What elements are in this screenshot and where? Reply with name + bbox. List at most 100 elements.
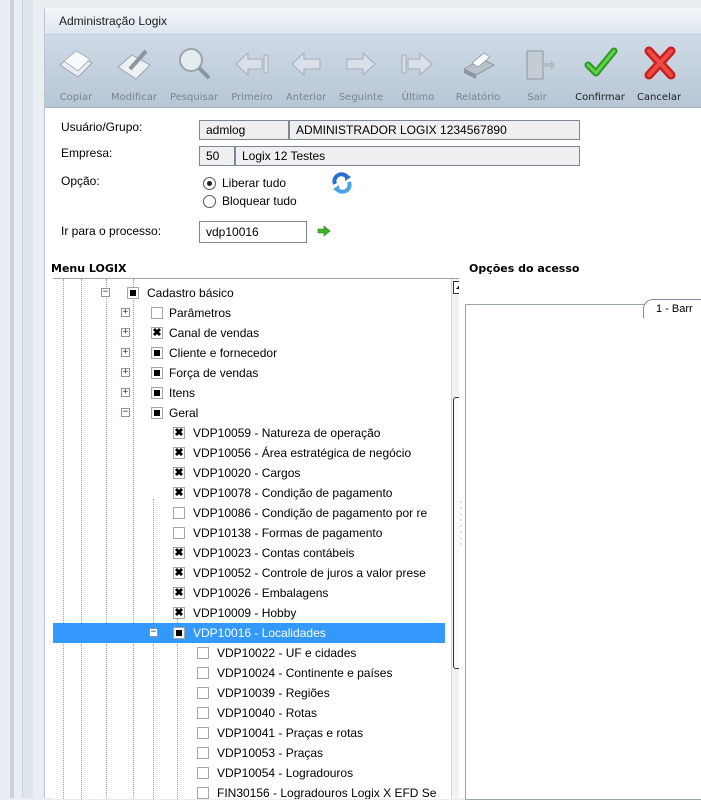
tree-item-checkbox[interactable]: ✖ [173, 587, 185, 599]
go-arrow-icon[interactable] [317, 224, 331, 238]
tree-item-label: VDP10023 - Contas contábeis [193, 546, 355, 560]
search-button[interactable]: Pesquisar [165, 35, 223, 107]
tree-item-checkbox[interactable] [151, 347, 163, 359]
tree-item-checkbox[interactable] [197, 707, 209, 719]
tree-item[interactable]: ✖ VDP10059 - Natureza de operação [53, 423, 445, 443]
report-button[interactable]: Relatório [449, 35, 507, 107]
tree-item[interactable]: + Parâmetros [53, 303, 445, 323]
tree-item-checkbox[interactable] [173, 627, 185, 639]
company-code-field[interactable]: 50 [199, 146, 235, 166]
tree-item-checkbox[interactable]: ✖ [173, 427, 185, 439]
expand-icon[interactable]: + [121, 328, 130, 337]
tree-item-checkbox[interactable] [197, 687, 209, 699]
tree-item-checkbox[interactable]: ✖ [173, 467, 185, 479]
tree-item[interactable]: ✖ VDP10056 - Área estratégica de negócio [53, 443, 445, 463]
collapse-icon[interactable]: − [121, 408, 130, 417]
panel-splitter[interactable] [459, 498, 463, 558]
tree-item[interactable]: VDP10054 - Logradouros [53, 763, 445, 783]
copy-label: Copiar [59, 92, 93, 103]
tree-item[interactable]: ✖ VDP10009 - Hobby [53, 603, 445, 623]
tree-item[interactable]: + ✖ Canal de vendas [53, 323, 445, 343]
tree-item-label: VDP10056 - Área estratégica de negócio [193, 446, 412, 460]
tree-item[interactable]: VDP10138 - Formas de pagamento [53, 523, 445, 543]
previous-label: Anterior [285, 92, 327, 103]
tree-item-label: VDP10040 - Rotas [217, 706, 318, 720]
block-all-label: Bloquear tudo [222, 194, 297, 208]
scroll-up-button[interactable] [453, 281, 459, 294]
collapse-icon[interactable]: − [149, 628, 158, 637]
tree-item-checkbox[interactable] [151, 367, 163, 379]
tree-item[interactable]: ✖ VDP10023 - Contas contábeis [53, 543, 445, 563]
tree-item-label: VDP10078 - Condição de pagamento [193, 486, 393, 500]
tree-item-checkbox[interactable] [197, 667, 209, 679]
previous-button[interactable]: Anterior [281, 35, 331, 107]
cancel-button[interactable]: Cancelar [631, 35, 687, 107]
tree-item[interactable]: ✖ VDP10078 - Condição de pagamento [53, 483, 445, 503]
tree-item[interactable]: VDP10024 - Continente e países [53, 663, 445, 683]
expand-icon[interactable]: + [121, 348, 130, 357]
tree-item-checkbox[interactable] [173, 507, 185, 519]
checkmark-icon [584, 47, 618, 77]
exit-button[interactable]: Sair [515, 35, 559, 107]
company-label: Empresa: [61, 146, 113, 160]
goto-process-input[interactable]: vdp10016 [199, 221, 307, 243]
tree-item[interactable]: FIN30156 - Logradouros Logix X EFD Se [53, 783, 445, 799]
tree-item-label: Canal de vendas [169, 326, 260, 340]
refresh-icon[interactable] [331, 172, 353, 194]
collapse-icon[interactable]: − [101, 288, 110, 297]
tree-scrollbar[interactable] [451, 279, 459, 799]
tree-item-checkbox[interactable] [197, 767, 209, 779]
first-icon [235, 51, 269, 77]
tree-item-label: VDP10059 - Natureza de operação [193, 426, 381, 440]
tree-item-checkbox[interactable]: ✖ [173, 487, 185, 499]
last-button[interactable]: Último [393, 35, 443, 107]
last-icon [401, 51, 433, 77]
tree-item-checkbox[interactable] [197, 787, 209, 799]
expand-icon[interactable]: + [121, 368, 130, 377]
first-button[interactable]: Primeiro [225, 35, 279, 107]
next-label: Seguinte [338, 92, 384, 103]
tree-item-checkbox[interactable]: ✖ [173, 607, 185, 619]
user-code-field[interactable]: admlog [199, 120, 289, 140]
tree-item-checkbox[interactable] [197, 647, 209, 659]
tree-item[interactable]: + Cliente e fornecedor [53, 343, 445, 363]
modify-button[interactable]: Modificar [105, 35, 163, 107]
tree-item-label: Itens [169, 386, 196, 400]
tree-item-checkbox[interactable] [197, 747, 209, 759]
tree-item[interactable]: VDP10040 - Rotas [53, 703, 445, 723]
tree-item-checkbox[interactable] [197, 727, 209, 739]
tree-item-checkbox[interactable] [151, 387, 163, 399]
tab-barr[interactable]: 1 - Barr [643, 299, 701, 318]
tree-item[interactable]: VDP10041 - Praças e rotas [53, 723, 445, 743]
tree-item-label: VDP10016 - Localidades [193, 626, 326, 640]
confirm-button[interactable]: Confirmar [571, 35, 629, 107]
tree-item[interactable]: − Cadastro básico [53, 283, 445, 303]
tree-item-checkbox[interactable] [151, 307, 163, 319]
tree-item[interactable]: ✖ VDP10052 - Controle de juros a valor pr… [53, 563, 445, 583]
tree-item-checkbox[interactable] [151, 407, 163, 419]
block-all-radio[interactable]: Bloquear tudo [203, 194, 297, 209]
tree-item[interactable]: VDP10022 - UF e cidades [53, 643, 445, 663]
copy-button[interactable]: Copiar [51, 35, 101, 107]
tree-item-checkbox[interactable]: ✖ [173, 567, 185, 579]
tree-item[interactable]: + Itens [53, 383, 445, 403]
tree-item-checkbox[interactable] [127, 287, 139, 299]
release-all-radio[interactable]: Liberar tudo [203, 176, 286, 191]
tree-item[interactable]: − VDP10016 - Localidades [53, 623, 445, 643]
tree-item[interactable]: VDP10053 - Praças [53, 743, 445, 763]
tree-item[interactable]: − Geral [53, 403, 445, 423]
tree-item-checkbox[interactable]: ✖ [173, 447, 185, 459]
tree-item[interactable]: VDP10039 - Regiões [53, 683, 445, 703]
tree-item-checkbox[interactable]: ✖ [173, 547, 185, 559]
tree-item[interactable]: ✖ VDP10020 - Cargos [53, 463, 445, 483]
dock-splitter[interactable] [22, 0, 33, 798]
tree-item[interactable]: + Força de vendas [53, 363, 445, 383]
tree-item[interactable]: ✖ VDP10026 - Embalagens [53, 583, 445, 603]
expand-icon[interactable]: + [121, 388, 130, 397]
tree-item[interactable]: VDP10086 - Condição de pagamento por re [53, 503, 445, 523]
tree-item-checkbox[interactable]: ✖ [151, 327, 163, 339]
tree-item-checkbox[interactable] [173, 527, 185, 539]
expand-icon[interactable]: + [121, 308, 130, 317]
company-name-field: Logix 12 Testes [235, 146, 580, 166]
next-button[interactable]: Seguinte [333, 35, 389, 107]
